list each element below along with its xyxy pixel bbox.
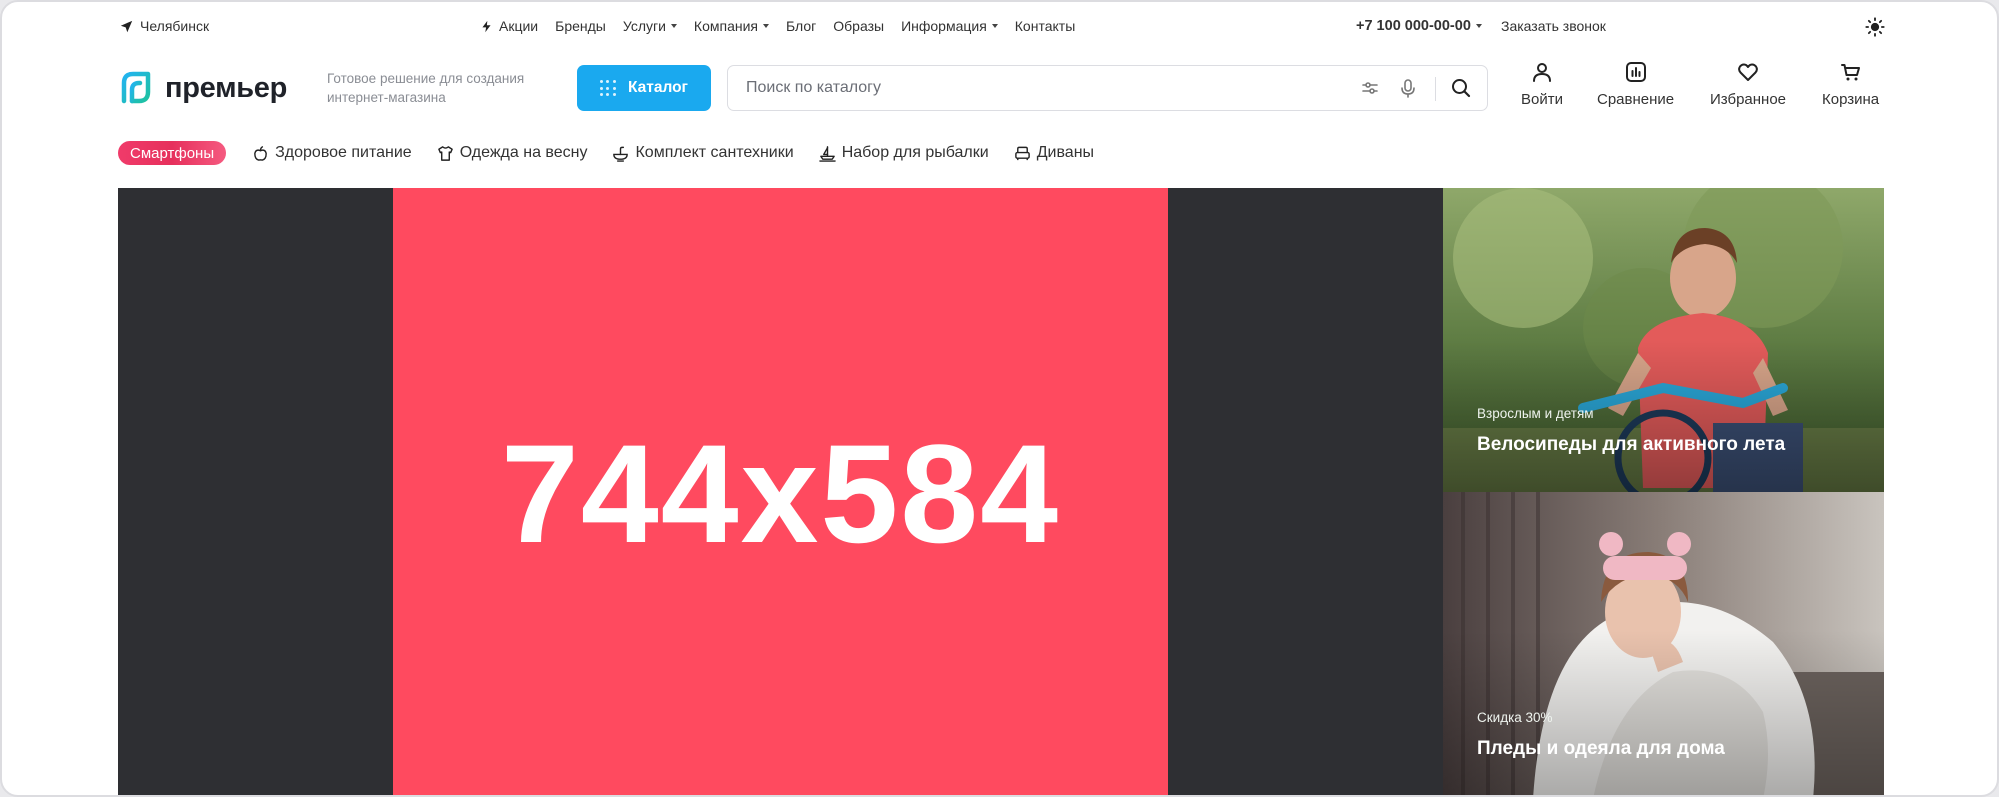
microphone-icon[interactable] <box>1398 78 1418 98</box>
city-selector[interactable]: Челябинск <box>120 18 209 34</box>
callback-label: Заказать звонок <box>1501 18 1606 34</box>
topnav-item-brands[interactable]: Бренды <box>555 18 606 34</box>
favorites-button[interactable]: Избранное <box>1710 60 1786 108</box>
location-arrow-icon <box>120 20 133 32</box>
quick-link-sofas[interactable]: Диваны <box>1014 144 1094 162</box>
compare-button[interactable]: Сравнение <box>1597 60 1674 108</box>
search-divider <box>1435 77 1436 101</box>
topnav-label: Информация <box>901 18 987 34</box>
top-nav: Акции Бренды Услуги Компания Блог Образы… <box>480 18 1092 34</box>
apple-icon <box>254 145 268 161</box>
cart-icon <box>1840 64 1860 81</box>
quick-link-label: Здоровое питание <box>275 144 412 161</box>
action-label: Войти <box>1521 91 1563 108</box>
chart-icon <box>1625 62 1646 82</box>
quick-links: Смартфоны Здоровое питание Одежда на вес… <box>118 141 1119 165</box>
promo-title: Пледы и одеяла для дома <box>1477 738 1725 759</box>
lightning-icon <box>482 20 491 32</box>
dropdown-caret-icon <box>670 24 677 28</box>
quick-link-spring-clothes[interactable]: Одежда на весну <box>437 144 588 162</box>
topnav-label: Компания <box>693 18 758 34</box>
logo-leaf-icon <box>121 71 151 104</box>
logo-text: премьер <box>165 71 287 104</box>
catalog-label: Каталог <box>627 79 689 96</box>
dropdown-caret-icon <box>1475 24 1482 28</box>
search-input[interactable] <box>728 66 1328 110</box>
topnav-label: Блог <box>786 18 817 34</box>
action-label: Сравнение <box>1597 91 1675 108</box>
topnav-item-looks[interactable]: Образы <box>833 18 884 34</box>
quick-link-fishing[interactable]: Набор для рыбалки <box>818 144 989 162</box>
phone-label: +7 100 000-00-00 <box>1356 18 1471 34</box>
dropdown-caret-icon <box>991 24 998 28</box>
hero-banner[interactable]: 744x584 <box>118 188 1443 795</box>
quick-link-plumbing[interactable]: Комплект сантехники <box>612 144 794 162</box>
tagline: Готовое решение для создания интернет-ма… <box>327 71 525 105</box>
promo-subtitle: Скидка 30% <box>1477 710 1553 725</box>
quick-link-label: Комплект сантехники <box>635 144 794 161</box>
topnav-item-contacts[interactable]: Контакты <box>1015 18 1075 34</box>
hero-placeholder: 744x584 <box>393 188 1168 795</box>
chip-label: Смартфоны <box>130 144 215 162</box>
sofa-icon <box>1014 146 1030 160</box>
topnav-label: Контакты <box>1014 18 1076 34</box>
callback-link[interactable]: Заказать звонок <box>1501 18 1606 34</box>
quick-link-label: Диваны <box>1036 144 1095 161</box>
tshirt-icon <box>437 145 453 161</box>
topnav-label: Образы <box>833 18 885 34</box>
topnav-label: Акции <box>499 18 539 34</box>
quick-link-label: Набор для рыбалки <box>841 144 989 161</box>
sun-icon[interactable] <box>1864 16 1886 38</box>
topnav-label: Бренды <box>555 18 606 34</box>
search-icon[interactable] <box>1450 77 1472 99</box>
action-label: Избранное <box>1710 91 1787 108</box>
city-label: Челябинск <box>140 18 210 34</box>
cart-button[interactable]: Корзина <box>1822 60 1879 108</box>
topnav-label: Услуги <box>622 18 666 34</box>
quick-link-label: Одежда на весну <box>459 144 588 161</box>
boat-icon <box>818 145 836 162</box>
dropdown-caret-icon <box>763 24 769 28</box>
search-box <box>727 65 1488 111</box>
filter-sliders-icon[interactable] <box>1360 78 1380 98</box>
topnav-item-promo[interactable]: Акции <box>480 18 538 34</box>
login-button[interactable]: Войти <box>1521 60 1563 108</box>
action-label: Корзина <box>1822 91 1880 108</box>
quick-link-smartphones[interactable]: Смартфоны <box>118 141 227 165</box>
topnav-item-info[interactable]: Информация <box>901 18 998 34</box>
promo-subtitle: Взрослым и детям <box>1477 406 1594 421</box>
logo[interactable]: премьер <box>118 70 287 106</box>
phone-number[interactable]: +7 100 000-00-00 <box>1356 18 1482 34</box>
topnav-item-blog[interactable]: Блог <box>786 18 816 34</box>
topnav-item-services[interactable]: Услуги <box>623 18 677 34</box>
promo-title: Велосипеды для активного лета <box>1477 434 1786 455</box>
top-bar: Челябинск Акции Бренды Услуги Компания Б… <box>2 2 1997 52</box>
catalog-button[interactable]: Каталог <box>577 65 711 111</box>
user-icon <box>1532 63 1551 82</box>
grid-dots-icon <box>599 80 616 96</box>
heart-icon <box>1738 63 1758 81</box>
hero-placeholder-label: 744x584 <box>500 414 1061 572</box>
sink-icon <box>613 146 629 162</box>
promo-banner-bikes[interactable]: Взрослым и детям Велосипеды для активног… <box>1443 188 1884 492</box>
promo-banner-blankets[interactable]: Скидка 30% Пледы и одеяла для дома <box>1443 492 1884 795</box>
topnav-item-company[interactable]: Компания <box>694 18 769 34</box>
quick-link-healthy-food[interactable]: Здоровое питание <box>252 144 412 162</box>
page-frame: Челябинск Акции Бренды Услуги Компания Б… <box>0 0 1999 797</box>
